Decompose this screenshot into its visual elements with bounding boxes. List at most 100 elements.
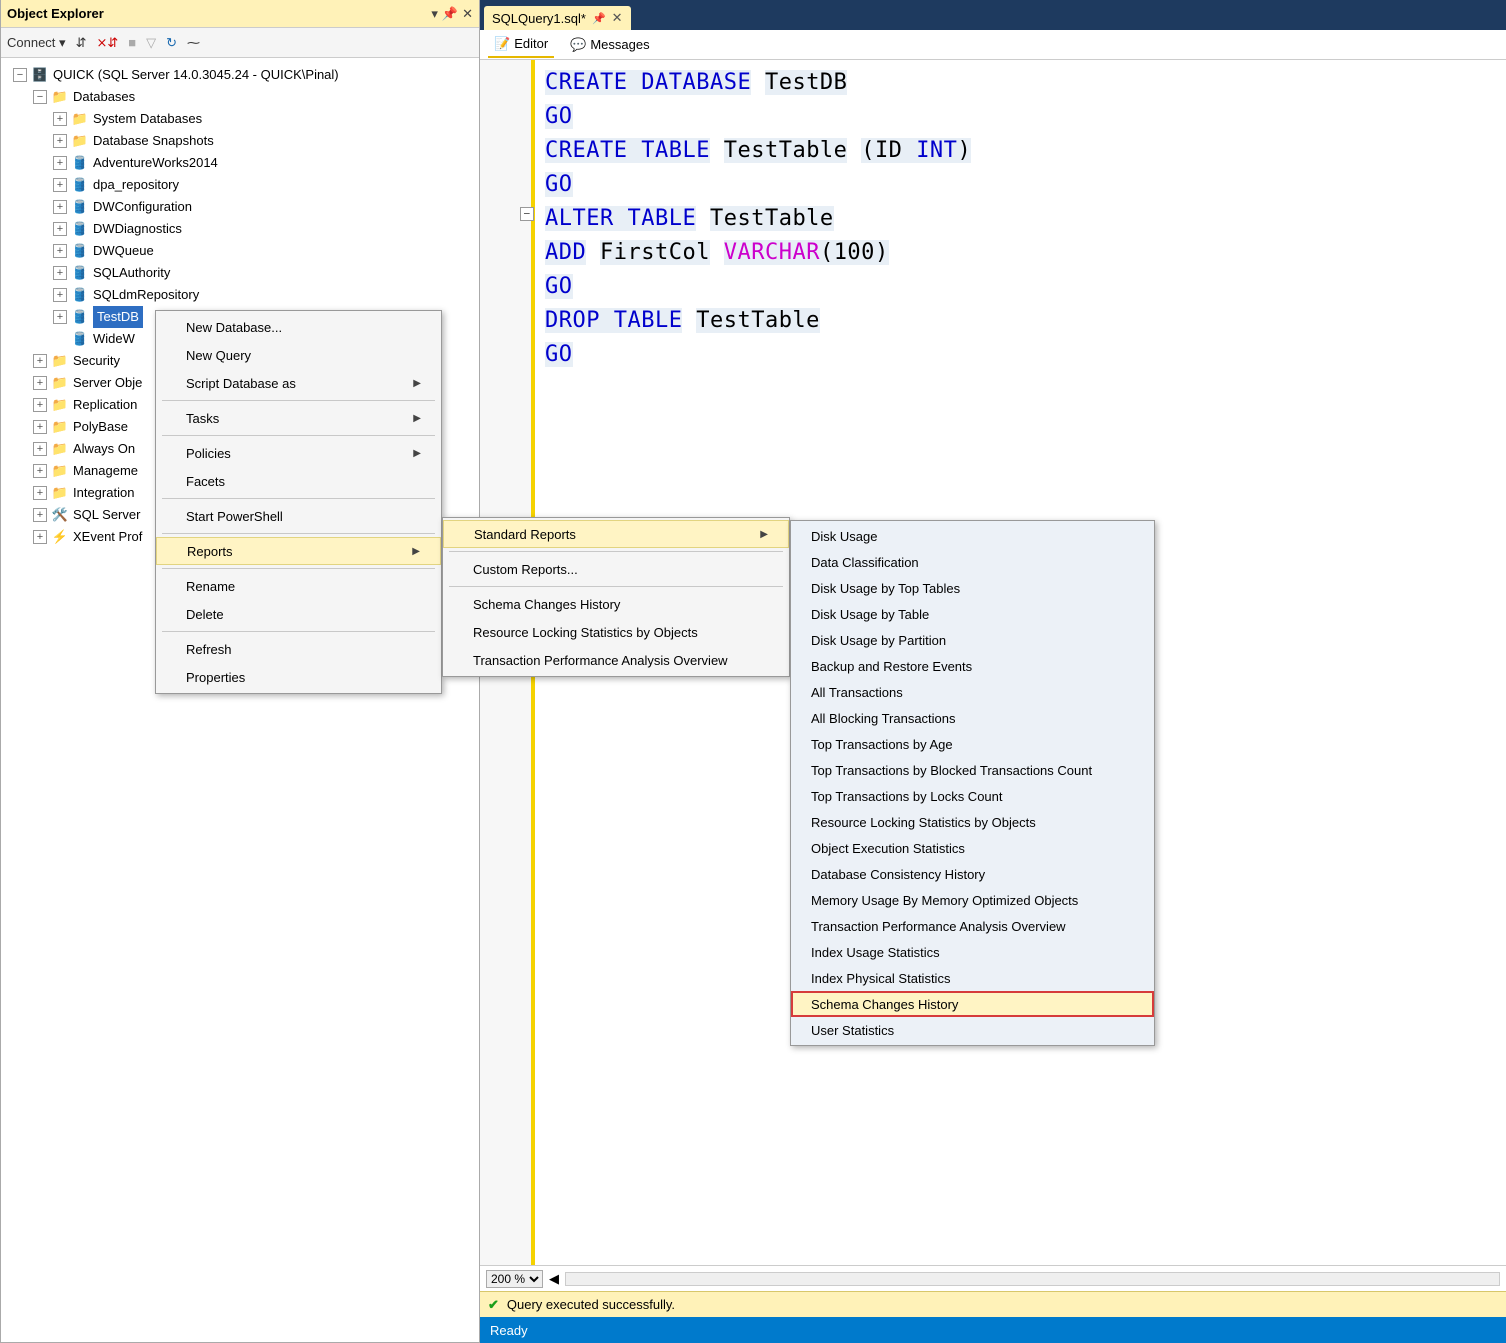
dropdown-icon[interactable]: ▾ [431,6,438,22]
tree-node[interactable]: Integration [73,482,134,504]
filter-icon[interactable]: ▽ [146,35,156,51]
report-item[interactable]: All Transactions [791,679,1154,705]
report-item[interactable]: Transaction Performance Analysis Overvie… [791,913,1154,939]
pause-icon[interactable]: ■ [128,35,136,50]
report-item[interactable]: Memory Usage By Memory Optimized Objects [791,887,1154,913]
pin-icon[interactable]: 📌 [442,6,458,22]
menu-rename[interactable]: Rename [156,572,441,600]
expand-icon[interactable]: + [53,156,67,170]
expand-icon[interactable]: + [53,112,67,126]
tree-node[interactable]: Security [73,350,120,372]
scroll-left-icon[interactable]: ◀ [549,1271,559,1287]
expand-icon[interactable]: + [33,464,47,478]
stop-icon[interactable]: ⨯⇵ [96,35,118,51]
tree-node[interactable]: Server Obje [73,372,142,394]
horizontal-scrollbar[interactable] [565,1272,1500,1286]
tree-node-selected[interactable]: TestDB [93,306,143,328]
tree-node[interactable]: PolyBase [73,416,128,438]
report-item[interactable]: Top Transactions by Blocked Transactions… [791,757,1154,783]
expand-icon[interactable]: + [53,178,67,192]
database-context-menu: New Database... New Query Script Databas… [155,310,442,694]
report-item[interactable]: Index Usage Statistics [791,939,1154,965]
menu-custom-reports[interactable]: Custom Reports... [443,555,789,583]
pin-icon[interactable]: 📌 [592,12,606,25]
report-item[interactable]: Top Transactions by Locks Count [791,783,1154,809]
report-item[interactable]: Database Consistency History [791,861,1154,887]
tree-node[interactable]: Always On [73,438,135,460]
collapse-icon[interactable]: − [13,68,27,82]
menu-new-database[interactable]: New Database... [156,313,441,341]
tree-node[interactable]: System Databases [93,108,202,130]
report-item[interactable]: Index Physical Statistics [791,965,1154,991]
expand-icon[interactable]: + [53,222,67,236]
report-item[interactable]: Disk Usage by Table [791,601,1154,627]
document-tab[interactable]: SQLQuery1.sql* 📌 ✕ [484,6,631,30]
menu-transaction-perf[interactable]: Transaction Performance Analysis Overvie… [443,646,789,674]
databases-node[interactable]: Databases [73,86,135,108]
menu-powershell[interactable]: Start PowerShell [156,502,441,530]
report-item[interactable]: Disk Usage [791,523,1154,549]
menu-delete[interactable]: Delete [156,600,441,628]
expand-icon[interactable]: + [33,376,47,390]
menu-policies[interactable]: Policies [156,439,441,467]
report-item[interactable]: Top Transactions by Age [791,731,1154,757]
report-item[interactable]: Resource Locking Statistics by Objects [791,809,1154,835]
tree-node[interactable]: DWQueue [93,240,154,262]
connect-button[interactable]: Connect ▾ [7,35,66,51]
collapse-icon[interactable]: − [33,90,47,104]
tree-node[interactable]: AdventureWorks2014 [93,152,218,174]
menu-new-query[interactable]: New Query [156,341,441,369]
expand-icon[interactable]: + [33,442,47,456]
menu-resource-locking[interactable]: Resource Locking Statistics by Objects [443,618,789,646]
activity-icon[interactable]: ⁓ [187,35,200,51]
menu-properties[interactable]: Properties [156,663,441,691]
expand-icon[interactable]: + [33,508,47,522]
tree-node[interactable]: Replication [73,394,137,416]
report-item[interactable]: Disk Usage by Partition [791,627,1154,653]
close-icon[interactable]: ✕ [462,6,473,22]
expand-icon[interactable]: + [33,486,47,500]
report-item[interactable]: Data Classification [791,549,1154,575]
close-icon[interactable]: ✕ [612,10,623,26]
menu-schema-changes[interactable]: Schema Changes History [443,590,789,618]
tree-node[interactable]: WideW [93,328,135,350]
report-item[interactable]: User Statistics [791,1017,1154,1043]
menu-standard-reports[interactable]: Standard Reports [443,520,789,548]
menu-refresh[interactable]: Refresh [156,635,441,663]
report-item[interactable]: All Blocking Transactions [791,705,1154,731]
tree-node[interactable]: SQL Server [73,504,140,526]
tree-node[interactable]: XEvent Prof [73,526,142,548]
tree-node[interactable]: DWDiagnostics [93,218,182,240]
expand-icon[interactable]: + [53,266,67,280]
expand-icon[interactable]: + [33,530,47,544]
menu-tasks[interactable]: Tasks [156,404,441,432]
tree-node[interactable]: DWConfiguration [93,196,192,218]
tree-node[interactable]: Database Snapshots [93,130,214,152]
expand-icon[interactable]: + [33,398,47,412]
editor-tab[interactable]: 📝Editor [488,32,554,58]
tree-node[interactable]: SQLdmRepository [93,284,199,306]
tree-node[interactable]: Manageme [73,460,138,482]
expand-icon[interactable]: + [33,354,47,368]
menu-reports[interactable]: Reports [156,537,441,565]
expand-icon[interactable]: + [53,310,67,324]
expand-icon[interactable]: + [53,244,67,258]
expand-icon[interactable]: + [53,288,67,302]
tree-node[interactable]: dpa_repository [93,174,179,196]
zoom-select[interactable]: 200 % [486,1270,543,1288]
server-node[interactable]: QUICK (SQL Server 14.0.3045.24 - QUICK\P… [53,64,339,86]
fold-icon[interactable]: − [520,207,534,221]
report-schema-changes-highlighted[interactable]: Schema Changes History [791,991,1154,1017]
report-item[interactable]: Object Execution Statistics [791,835,1154,861]
expand-icon[interactable]: + [53,134,67,148]
refresh-icon[interactable]: ↻ [166,35,177,51]
expand-icon[interactable]: + [33,420,47,434]
expand-icon[interactable]: + [53,200,67,214]
report-item[interactable]: Disk Usage by Top Tables [791,575,1154,601]
menu-script-database[interactable]: Script Database as [156,369,441,397]
disconnect-icon[interactable]: ⇵ [76,35,87,51]
menu-facets[interactable]: Facets [156,467,441,495]
messages-tab[interactable]: 💬Messages [564,33,655,57]
report-item[interactable]: Backup and Restore Events [791,653,1154,679]
tree-node[interactable]: SQLAuthority [93,262,170,284]
